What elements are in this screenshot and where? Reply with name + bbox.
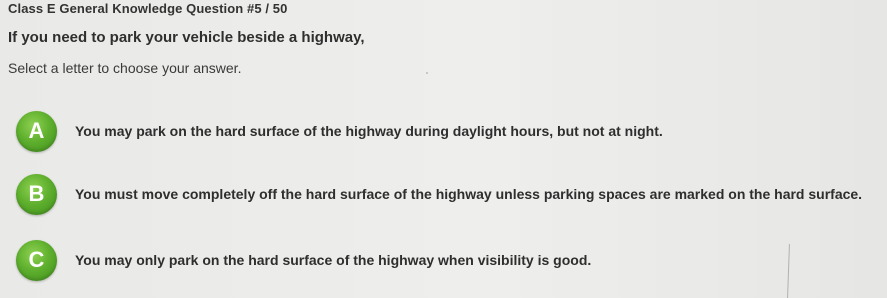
answer-option-c[interactable]: C You may only park on the hard surface …: [16, 239, 591, 281]
question-text: If you need to park your vehicle beside …: [8, 29, 365, 46]
answer-letter-a-button[interactable]: A: [16, 110, 57, 152]
answer-option-a[interactable]: A You may park on the hard surface of th…: [16, 110, 663, 152]
answer-text-a[interactable]: You may park on the hard surface of the …: [75, 123, 663, 139]
answer-text-c[interactable]: You may only park on the hard surface of…: [75, 252, 591, 268]
quiz-screen: Class E General Knowledge Question #5 / …: [0, 0, 887, 298]
answer-letter-b-button[interactable]: B: [16, 173, 57, 215]
screen-artifact: [426, 72, 428, 74]
answer-text-b[interactable]: You must move completely off the hard su…: [75, 186, 862, 202]
answer-option-b[interactable]: B You must move completely off the hard …: [16, 173, 862, 215]
answer-letter-c-button[interactable]: C: [16, 239, 57, 281]
screen-scratch: [787, 243, 790, 298]
instruction-text: Select a letter to choose your answer.: [8, 60, 242, 76]
question-counter: Class E General Knowledge Question #5 / …: [8, 1, 288, 16]
